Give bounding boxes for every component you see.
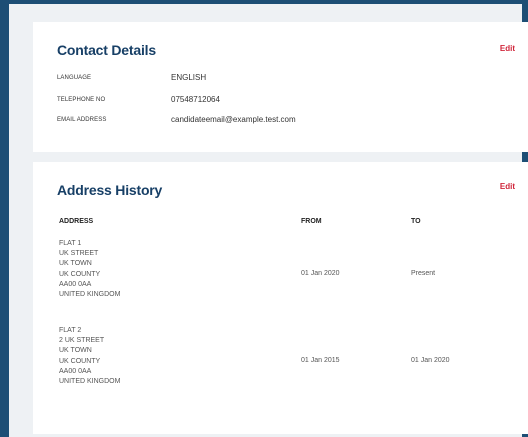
column-header-from: FROM [301,218,322,225]
address-line: AA00 0AA [59,367,92,375]
address-history-title: Address History [57,182,163,198]
address-line: UK TOWN [59,347,92,355]
address-line: UK COUNTY [59,270,101,278]
email-label: EMAIL ADDRESS [57,117,107,123]
column-header-address: ADDRESS [59,218,94,225]
language-label: LANGUAGE [57,75,92,81]
address-line: AA00 0AA [59,280,92,288]
contact-edit-link[interactable]: Edit [500,44,515,53]
address-line: UK TOWN [59,260,92,268]
row-to-date: 01 Jan 2020 [411,357,450,364]
address-edit-link[interactable]: Edit [500,182,515,191]
language-value: ENGLISH [171,73,207,82]
address-line: UK COUNTY [59,357,101,365]
contact-details-title: Contact Details [57,42,156,58]
row-from-date: 01 Jan 2020 [301,270,340,277]
email-value: candidateemail@example.test.com [171,115,296,124]
page-frame: Contact Details Edit LANGUAGE ENGLISH TE… [0,0,528,437]
address-line: UNITED KINGDOM [59,378,121,386]
contact-details-card: Contact Details Edit LANGUAGE ENGLISH TE… [33,22,528,152]
table-row-address: FLAT 2 2 UK STREET UK TOWN UK COUNTY AA0… [59,326,120,387]
column-header-to: TO [411,218,421,225]
address-line: UK STREET [59,250,99,258]
telephone-value: 07548712064 [171,95,220,104]
row-to-date: Present [411,270,436,277]
row-from-date: 01 Jan 2015 [301,357,340,364]
address-line: UNITED KINGDOM [59,291,121,299]
telephone-label: TELEPHONE NO [57,97,106,103]
address-line: 2 UK STREET [59,337,105,345]
table-row-address: FLAT 1 UK STREET UK TOWN UK COUNTY AA00 … [59,239,120,300]
address-history-card: Address History Edit ADDRESS FROM TO FLA… [33,162,528,434]
address-line: FLAT 2 [59,327,82,334]
address-line: FLAT 1 [59,240,82,247]
